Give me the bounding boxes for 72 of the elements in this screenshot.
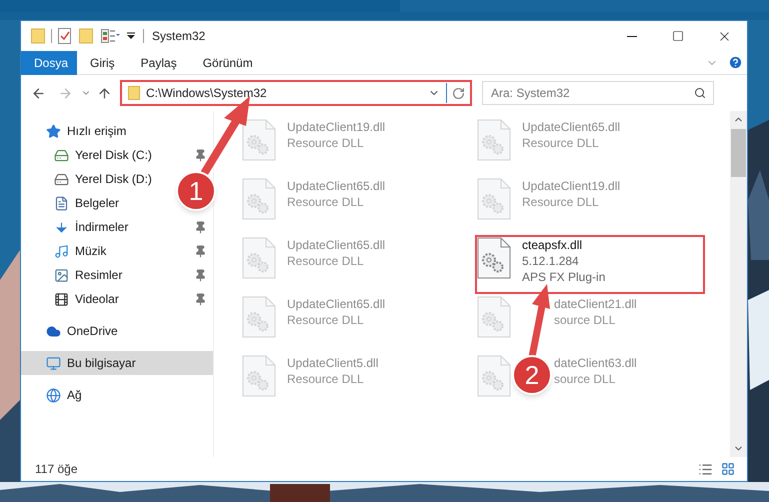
drive-icon [54,148,69,162]
ribbon-tab[interactable]: Görünüm [190,50,266,74]
sidebar-item[interactable]: Müzik [21,239,213,263]
scroll-thumb[interactable] [731,129,746,177]
file-detail: Resource DLL [287,371,365,387]
file-gear-icon [242,237,276,279]
file-detail: Resource DLL [287,312,365,328]
ribbon-tab[interactable]: Dosya [21,50,77,74]
tiles-view-icon[interactable] [721,462,735,476]
file-gear-icon [477,296,511,338]
file-gear-icon [242,119,276,161]
dropdown-arrow-icon[interactable] [127,32,135,40]
drive-icon [54,172,69,186]
ribbon-tab[interactable]: Paylaş [128,50,190,74]
pin-icon[interactable] [194,244,207,258]
file-name[interactable]: cteapsfx.dll [522,237,606,253]
file-detail: Resource DLL [287,253,365,269]
sidebar-item[interactable]: Videolar [21,287,213,311]
file-gear-icon [477,178,511,220]
music-note-icon [54,244,69,258]
file-gear-icon [477,119,511,161]
sidebar-item[interactable]: Yerel Disk (D:) [21,167,158,191]
up-icon[interactable] [97,86,112,100]
file-detail: Resource DLL [287,135,365,151]
file-detail: Resource DLL [522,135,600,151]
file-detail: Resource DLL [287,194,365,210]
item-count: 117 öğe [35,461,78,478]
film-icon [54,292,69,306]
file-gear-icon [242,178,276,220]
folder-icon [128,86,140,100]
checklist-icon[interactable] [58,28,71,44]
sidebar-item[interactable]: Resimler [21,263,213,287]
ribbon-tab[interactable]: Giriş [77,50,128,74]
details-view-icon[interactable] [698,462,713,476]
document-icon [54,196,69,210]
file-detail: source DLL [554,371,616,387]
address-text: C:\Windows\System32 [146,85,268,102]
pin-icon[interactable] [194,220,207,234]
maximize-icon [672,30,684,42]
sidebar-item[interactable]: Ağ [21,383,88,407]
help-icon[interactable] [728,55,743,70]
pin-icon[interactable] [194,292,207,306]
sidebar-item[interactable]: Yerel Disk (C:) [21,143,213,167]
cloud-icon [46,324,61,338]
scrollbar[interactable] [730,111,747,457]
file-gear-icon [242,296,276,338]
down-arrow-icon [54,220,69,234]
sidebar-item[interactable]: Bu bilgisayar [21,351,213,375]
globe-icon [46,388,61,402]
file-detail: APS FX Plug-in [522,269,606,285]
sidebar-item[interactable]: Belgeler [21,191,126,215]
file-gear-icon [477,355,511,397]
sidebar-item[interactable]: Hızlı erişim [21,119,132,143]
window-title: System32 [152,28,206,45]
properties-icon[interactable] [101,29,121,43]
star-icon [46,124,61,138]
file-gear-icon [477,237,511,279]
pin-icon[interactable] [194,148,207,162]
sidebar-item[interactable]: OneDrive [21,319,124,343]
pin-icon[interactable] [194,268,207,282]
back-icon[interactable] [31,86,46,100]
image-icon [54,268,69,282]
file-detail: source DLL [554,312,616,328]
file-detail: 5.12.1.284 [522,253,580,269]
address-field[interactable]: C:\Windows\System32 [120,80,472,106]
monitor-icon [46,356,61,370]
sidebar-item[interactable]: İndirmeler [21,215,213,239]
file-detail: Resource DLL [522,194,600,210]
search-icon[interactable] [694,87,706,99]
refresh-icon[interactable] [452,86,465,100]
file-gear-icon [242,355,276,397]
search-field[interactable]: Ara: System32 [482,81,714,105]
